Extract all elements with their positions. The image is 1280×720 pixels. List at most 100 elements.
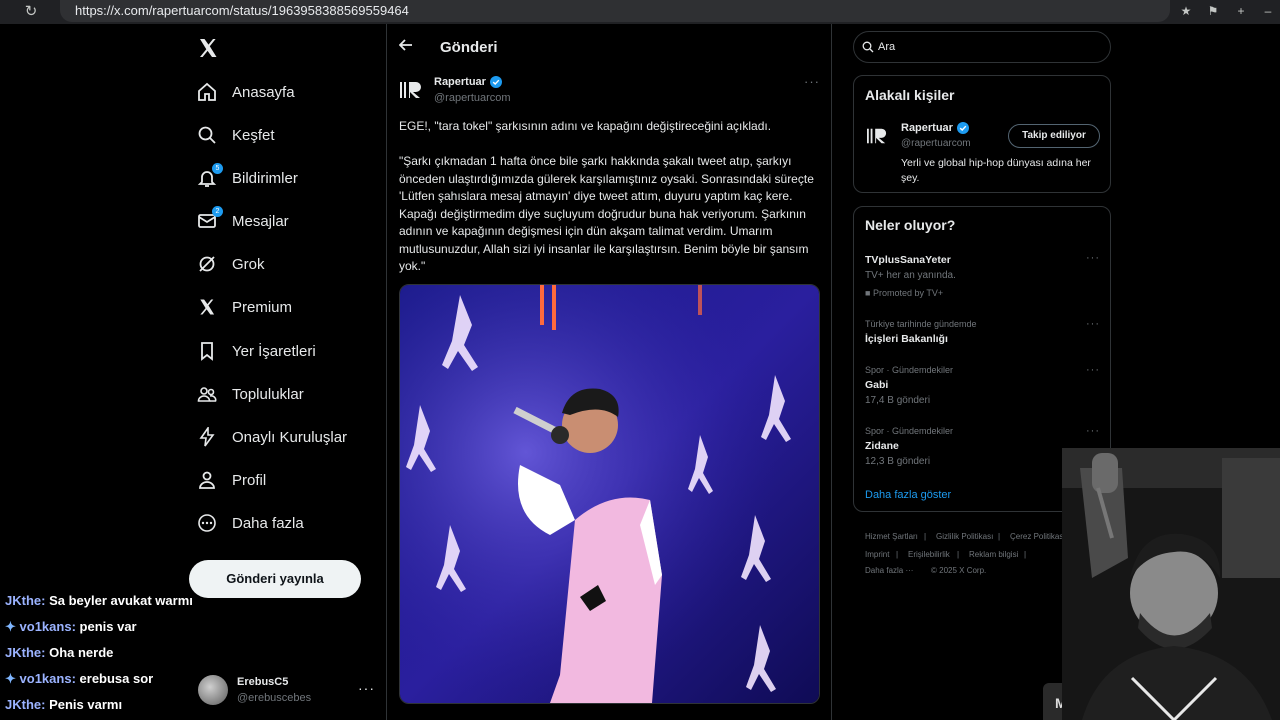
chat-message: ✦ vo1kans: penis var <box>5 619 137 635</box>
nav-grok[interactable]: Grok <box>196 249 265 279</box>
sword-icon: ✦ <box>5 671 16 686</box>
nav-profile[interactable]: Profil <box>196 465 266 495</box>
account-avatar[interactable] <box>198 675 228 705</box>
trend-name[interactable]: İçişleri Bakanlığı <box>865 333 948 345</box>
tweet-text-intro: EGE!, "tara tokel" şarkısının adını ve k… <box>399 119 772 133</box>
tweet-photo[interactable] <box>399 284 820 704</box>
bookmark-icon <box>196 340 218 362</box>
trend-name[interactable]: Gabi <box>865 379 888 391</box>
tweet-author-handle[interactable]: @rapertuarcom <box>434 92 511 104</box>
chat-text: penis var <box>79 619 137 634</box>
account-name[interactable]: ErebusC5 <box>237 676 288 688</box>
nav-label-messages: Mesajlar <box>232 212 289 230</box>
trend-more-icon[interactable]: ··· <box>1086 318 1100 330</box>
x-logo-icon[interactable] <box>196 36 220 60</box>
person-icon <box>196 469 218 491</box>
author-name-text[interactable]: Rapertuar <box>434 76 486 88</box>
rapertuar-logo-avatar[interactable] <box>399 79 423 101</box>
trend-more-icon[interactable]: ··· <box>1086 252 1100 264</box>
nav-label-explore: Keşfet <box>232 126 275 144</box>
address-bar-url[interactable]: https://x.com/rapertuarcom/status/196395… <box>75 3 409 18</box>
nav-bookmarks[interactable]: Yer İşaretleri <box>196 336 316 366</box>
nav-label-notifications: Bildirimler <box>232 169 298 187</box>
show-more-link[interactable]: Daha fazla göster <box>865 489 951 501</box>
chat-text: Oha nerde <box>49 645 114 660</box>
rapertuar-logo-avatar[interactable] <box>866 126 888 146</box>
trend-name[interactable]: Zidane <box>865 440 899 452</box>
tweet-more-icon[interactable]: ··· <box>804 74 820 89</box>
chat-user: JKthe: <box>5 697 46 712</box>
more-circle-icon <box>196 512 218 534</box>
chat-message: ✦ vo1kans: erebusa sor <box>5 671 153 687</box>
relevant-person-handle[interactable]: @rapertuarcom <box>901 138 971 149</box>
nav-home[interactable]: Anasayfa <box>196 77 295 107</box>
verified-badge-icon <box>489 76 502 88</box>
nav-label-premium: Premium <box>232 298 293 316</box>
footer-separator: | <box>1024 550 1027 559</box>
nav-messages[interactable]: 2 Mesajlar <box>196 206 289 236</box>
footer-link[interactable]: Gizlilik Politikası <box>936 532 993 541</box>
grok-icon <box>196 253 218 275</box>
tweet-author-name[interactable]: Rapertuar <box>434 76 502 88</box>
trend-more-icon[interactable]: ··· <box>1086 425 1100 437</box>
chat-message: JKthe: Oha nerde <box>5 645 113 660</box>
bookmark-star-icon[interactable]: ★ <box>1178 3 1194 19</box>
relevant-person-bio: Yerli ve global hip-hop dünyası adına he… <box>901 157 1091 184</box>
account-more-icon[interactable]: ··· <box>358 680 375 696</box>
trend-context: Türkiye tarihinde gündemde <box>865 319 977 329</box>
footer-link[interactable]: Erişilebilirlik <box>908 550 950 559</box>
x-premium-icon <box>196 296 218 318</box>
trends-title: Neler oluyor? <box>865 217 956 233</box>
nav-more[interactable]: Daha fazla <box>196 508 304 538</box>
webcam-overlay <box>1062 448 1280 720</box>
minimize-icon[interactable]: – <box>1260 3 1276 19</box>
nav-label-verified-orgs: Onaylı Kuruluşlar <box>232 428 348 446</box>
relevant-name-text[interactable]: Rapertuar <box>901 122 953 134</box>
promoted-label: ■ Promoted by TV+ <box>865 288 943 298</box>
relevant-person-name[interactable]: Rapertuar <box>901 122 969 134</box>
following-button[interactable]: Takip ediliyor <box>1008 124 1100 148</box>
chat-text: Penis varmı <box>49 697 123 712</box>
trend-more-icon[interactable]: ··· <box>1086 364 1100 376</box>
account-handle[interactable]: @erebuscebes <box>237 692 311 704</box>
footer-link[interactable]: Hizmet Şartları <box>865 532 918 541</box>
footer-link[interactable]: Çerez Politikası <box>1010 532 1066 541</box>
relevant-people-title: Alakalı kişiler <box>865 87 955 103</box>
chat-message: JKthe: Penis varmı <box>5 697 122 712</box>
nav-label-communities: Topluluklar <box>232 385 304 403</box>
new-tab-icon[interactable]: + <box>1233 3 1249 19</box>
notifications-badge: 5 <box>212 163 223 174</box>
back-arrow-icon[interactable] <box>398 38 413 57</box>
trend-context: Spor · Gündemdekiler <box>865 426 954 436</box>
footer-link[interactable]: Reklam bilgisi <box>969 550 1018 559</box>
chat-message: JKthe: Sa beyler avukat warmı <box>5 593 193 608</box>
nav-label-profile: Profil <box>232 471 267 489</box>
chat-text: erebusa sor <box>79 671 154 686</box>
trend-post-count: 17,4 B gönderi <box>865 395 931 406</box>
search-input[interactable]: Ara <box>878 41 895 53</box>
reload-icon[interactable]: ↻ <box>22 3 40 21</box>
footer-separator: | <box>957 550 960 559</box>
nav-explore[interactable]: Keşfet <box>196 120 275 150</box>
footer-link[interactable]: Imprint <box>865 550 889 559</box>
extensions-icon[interactable]: ⚑ <box>1205 3 1221 19</box>
chat-user: vo1kans: <box>19 671 76 686</box>
footer-more-link[interactable]: Daha fazla ··· <box>865 566 913 575</box>
nav-label-more: Daha fazla <box>232 514 304 532</box>
search-icon <box>196 124 218 146</box>
verified-badge-icon <box>956 122 969 134</box>
nav-communities[interactable]: Topluluklar <box>196 379 304 409</box>
trend-name[interactable]: TVplusSanaYeter <box>865 254 951 266</box>
home-icon <box>196 81 218 103</box>
nav-notifications[interactable]: 5 Bildirimler <box>196 163 298 193</box>
envelope-icon: 2 <box>196 206 223 232</box>
footer-separator: | <box>998 532 1001 541</box>
promoted-text: Promoted by TV+ <box>872 288 944 298</box>
communities-icon <box>196 383 218 405</box>
nav-verified-orgs[interactable]: Onaylı Kuruluşlar <box>196 422 347 452</box>
nav-premium[interactable]: Premium <box>196 292 292 322</box>
post-button[interactable]: Gönderi yayınla <box>189 560 361 598</box>
messages-badge: 2 <box>212 206 223 217</box>
promoted-icon: ■ <box>865 288 871 298</box>
trend-post-count: 12,3 B gönderi <box>865 456 931 467</box>
